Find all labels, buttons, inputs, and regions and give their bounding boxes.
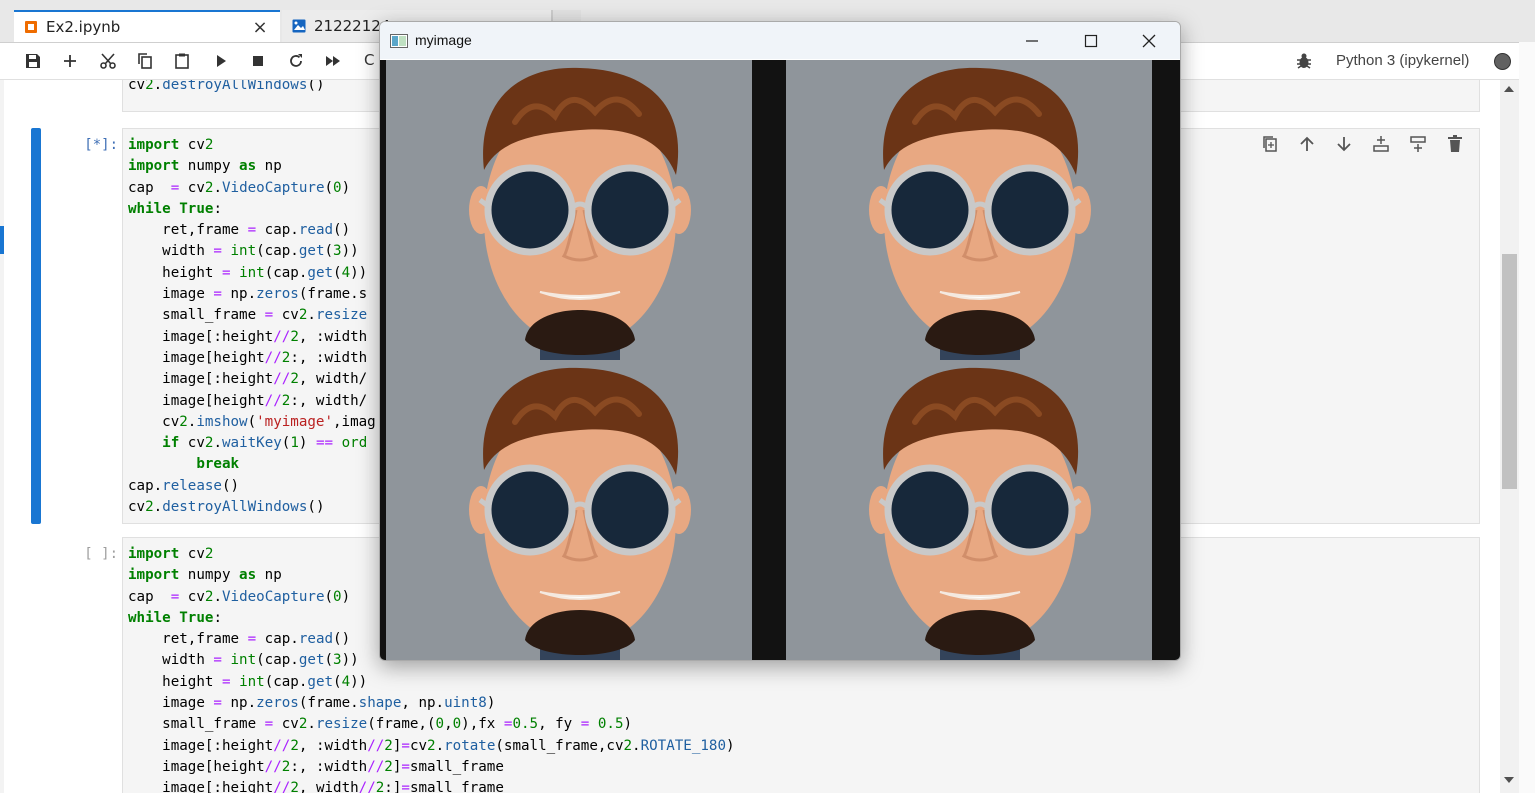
move-up-button[interactable]	[1297, 134, 1317, 154]
image-window-title: myimage	[415, 32, 472, 48]
kernel-name[interactable]: Python 3 (ipykernel)	[1336, 52, 1469, 69]
cell-type-dropdown[interactable]: C	[364, 51, 374, 69]
tile-door-frame	[1152, 360, 1180, 660]
image-window[interactable]: myimage	[379, 21, 1181, 661]
maximize-icon	[1084, 34, 1098, 47]
delete-cell-button[interactable]	[1445, 134, 1465, 154]
copy-icon	[138, 53, 152, 69]
restart-run-all-button[interactable]	[320, 49, 346, 73]
tile-edge-shadow	[380, 60, 386, 360]
scrollbar-thumb[interactable]	[1502, 254, 1517, 489]
image-window-titlebar[interactable]: myimage	[380, 22, 1180, 59]
window-app-icon	[390, 34, 408, 48]
interrupt-kernel-button[interactable]	[245, 49, 271, 73]
tile-edge-shadow	[780, 360, 786, 660]
insert-cell-button[interactable]	[57, 49, 83, 73]
play-icon	[217, 55, 226, 67]
webcam-tile	[780, 60, 1180, 360]
bug-icon[interactable]	[1294, 51, 1314, 71]
scissors-icon	[100, 53, 116, 69]
restart-kernel-button[interactable]	[283, 49, 309, 73]
kernel-status-indicator	[1494, 53, 1511, 70]
webcam-tile	[380, 360, 780, 660]
tile-edge-shadow	[380, 360, 386, 660]
avatar-lens	[984, 164, 1076, 256]
arrow-down-icon	[1337, 137, 1351, 152]
maximize-button[interactable]	[1062, 22, 1120, 59]
tab-ex2-notebook[interactable]: Ex2.ipynb ×	[14, 10, 280, 42]
insert-below-button[interactable]	[1408, 134, 1428, 154]
avatar-lens	[584, 164, 676, 256]
avatar-lens	[584, 464, 676, 556]
close-icon[interactable]: ×	[250, 17, 270, 38]
arrow-up-icon	[1300, 136, 1314, 151]
active-cell-collapser[interactable]	[31, 128, 41, 524]
tile-door-frame	[752, 360, 780, 660]
tab-label: Ex2.ipynb	[46, 18, 121, 36]
image-canvas	[380, 60, 1180, 660]
insert-above-icon	[1373, 136, 1389, 152]
minimize-button[interactable]	[1003, 22, 1061, 59]
tile-door-frame	[752, 60, 780, 360]
duplicate-cell-button[interactable]	[1260, 134, 1280, 154]
stop-icon	[253, 56, 263, 66]
tile-door-frame	[1152, 60, 1180, 360]
cell-prompt: [*]:	[84, 137, 118, 153]
clipboard-icon	[175, 53, 189, 69]
tile-edge-shadow	[780, 60, 786, 360]
insert-below-icon	[1410, 136, 1426, 152]
avatar-lens	[884, 164, 976, 256]
avatar-lens	[484, 464, 576, 556]
close-icon	[1142, 34, 1156, 47]
webcam-tile	[780, 360, 1180, 660]
cell-toolbar	[1260, 134, 1465, 154]
webcam-tile	[380, 60, 780, 360]
fast-forward-icon	[326, 56, 340, 66]
minimize-icon	[1026, 39, 1038, 42]
notebook-icon	[25, 21, 37, 33]
scroll-down-arrow-icon[interactable]	[1504, 777, 1514, 783]
avatar-lens	[884, 464, 976, 556]
save-icon	[26, 54, 40, 68]
notebook-scrollbar[interactable]	[1500, 80, 1519, 793]
close-window-button[interactable]	[1120, 22, 1178, 59]
plus-icon	[64, 55, 76, 67]
right-panel-edge	[1519, 42, 1535, 793]
insert-above-button[interactable]	[1371, 134, 1391, 154]
trash-icon	[1448, 135, 1462, 152]
paste-button[interactable]	[169, 49, 195, 73]
cut-button[interactable]	[95, 49, 121, 73]
run-cell-button[interactable]	[208, 49, 234, 73]
save-button[interactable]	[20, 49, 46, 73]
avatar-lens	[484, 164, 576, 256]
refresh-icon	[290, 54, 302, 67]
copy-button[interactable]	[132, 49, 158, 73]
cell-prompt: [ ]:	[84, 546, 118, 562]
webcam-quad-image	[380, 60, 1180, 660]
duplicate-icon	[1263, 136, 1277, 152]
image-icon	[292, 19, 306, 33]
move-down-button[interactable]	[1334, 134, 1354, 154]
avatar-lens	[984, 464, 1076, 556]
scroll-up-arrow-icon[interactable]	[1504, 86, 1514, 92]
